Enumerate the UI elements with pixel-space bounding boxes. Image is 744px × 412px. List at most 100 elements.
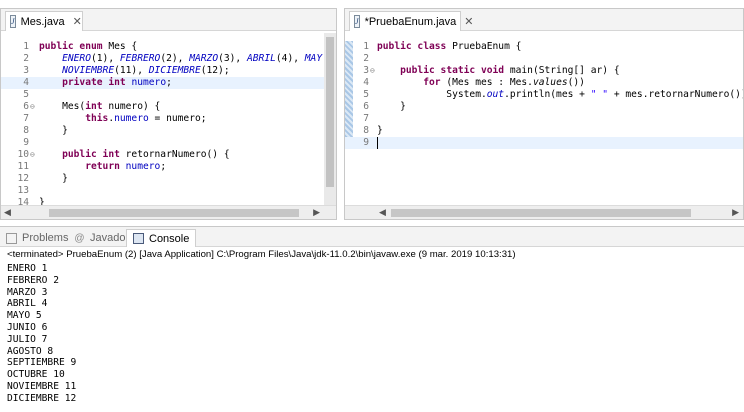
code-line[interactable]: 10 ⊖ public int retornarNumero() { (1, 149, 336, 161)
console-panel: Problems @ Javadoc Console <terminated> … (0, 226, 744, 412)
console-output-line: NOVIEMBRE 11 (7, 380, 77, 392)
code-line[interactable]: 7 (345, 113, 743, 125)
code-line[interactable]: 3 NOVIEMBRE(11), DICIEMBRE(12); (1, 65, 336, 77)
fold-icon[interactable]: ⊖ (370, 65, 375, 77)
code-text: public int retornarNumero() { (62, 149, 230, 160)
tab-pruebaenum-java[interactable]: J *PruebaEnum.java ✕ (349, 11, 474, 31)
code-line[interactable]: 2 ENERO(1), FEBRERO(2), MARZO(3), ABRIL(… (1, 53, 336, 65)
code-line[interactable]: 5 (1, 89, 336, 101)
console-icon (133, 233, 144, 244)
tab-label: Javadoc (90, 232, 131, 244)
javadoc-icon: @ (74, 232, 85, 244)
code-line[interactable]: 9 (1, 137, 336, 149)
code-text: } (39, 173, 68, 184)
code-text: public enum Mes { (39, 41, 138, 52)
code-line[interactable]: 9 (345, 137, 743, 149)
line-number: 7 (23, 113, 29, 124)
fold-icon[interactable]: ⊖ (30, 149, 35, 161)
code-line[interactable]: 8 } (1, 125, 336, 137)
problems-icon (6, 232, 17, 244)
code-line[interactable]: 5 System.out.println(mes + " " + mes.ret… (345, 89, 743, 101)
text-cursor (377, 137, 378, 149)
line-number: 14 (17, 197, 29, 205)
tab-mes-java[interactable]: J Mes.java ✕ (5, 11, 83, 31)
code-line[interactable]: 11 return numero; (1, 161, 336, 173)
console-output-line: AGOSTO 8 (7, 345, 54, 357)
line-number: 2 (23, 53, 29, 64)
horizontal-scrollbar[interactable]: ◀ ▶ (345, 205, 743, 219)
vertical-scrollbar[interactable] (324, 33, 336, 205)
code-text: public static void main(String[] ar) { (400, 65, 620, 76)
code-line[interactable]: 4 private int numero; (1, 77, 336, 89)
code-line[interactable]: 12 } (1, 173, 336, 185)
code-area[interactable]: 1 public class PruebaEnum { 2 3 ⊖ public sta… (345, 33, 743, 205)
code-text: } (377, 101, 406, 112)
editor-pruebaenum-java[interactable]: J *PruebaEnum.java ✕ 1 public class Prueb… (344, 8, 744, 220)
code-line[interactable]: 6 } (345, 101, 743, 113)
line-number: 4 (23, 77, 29, 88)
code-line[interactable]: 2 (345, 53, 743, 65)
horizontal-scrollbar[interactable]: ◀ ▶ (1, 205, 336, 219)
scrollbar-thumb[interactable] (326, 37, 334, 187)
code-text: Mes(int numero) { (39, 101, 161, 112)
line-number: 8 (23, 125, 29, 136)
code-text: ENERO(1), FEBRERO(2), MARZO(3), ABRIL(4)… (62, 53, 323, 64)
scroll-right-icon[interactable]: ▶ (732, 207, 739, 218)
editor-mes-java[interactable]: J Mes.java ✕ 1 public enum Mes {2 ENERO(1… (0, 8, 337, 220)
tab-javadoc[interactable]: @ Javadoc (74, 229, 131, 247)
line-number: 1 (23, 41, 29, 52)
code-line[interactable]: 6 ⊖ Mes(int numero) { (1, 101, 336, 113)
scroll-right-icon[interactable]: ▶ (313, 207, 320, 218)
code-text: for (Mes mes : Mes.values()) (423, 77, 585, 88)
scrollbar-thumb[interactable] (391, 209, 691, 217)
console-output-line: ENERO 1 (7, 263, 48, 274)
scrollbar-thumb[interactable] (49, 209, 299, 217)
tab-label: Console (149, 232, 190, 245)
code-line[interactable]: 1 public enum Mes { (1, 41, 336, 53)
line-number: 11 (17, 161, 29, 172)
line-number: 9 (363, 137, 369, 148)
console-output-line: SEPTIEMBRE 9 (7, 357, 77, 369)
line-number: 3 (23, 65, 29, 76)
console-output-line: MAYO 5 (7, 310, 42, 322)
scroll-left-icon[interactable]: ◀ (4, 207, 11, 218)
line-number: 7 (363, 113, 369, 124)
code-line[interactable]: 4 for (Mes mes : Mes.values()) (345, 77, 743, 89)
code-text: private int numero; (62, 77, 172, 88)
code-text: } (39, 197, 45, 205)
console-output[interactable]: ENERO 1 FEBRERO 2 MARZO 3 ABRIL 4 MAYO 5 JUNI… (7, 263, 76, 405)
java-file-icon: J (354, 15, 360, 28)
fold-icon[interactable]: ⊖ (30, 101, 35, 113)
console-output-line: OCTUBRE 10 (7, 369, 65, 381)
tab-label: *PruebaEnum.java (364, 15, 457, 28)
line-number: 9 (23, 137, 29, 148)
console-output-line: JULIO 7 (7, 333, 48, 345)
code-line[interactable]: 13 (1, 185, 336, 197)
code-line[interactable]: 1 public class PruebaEnum { (345, 41, 743, 53)
tab-label: Mes.java (20, 15, 65, 28)
line-number: 2 (363, 53, 369, 64)
tab-console[interactable]: Console (126, 229, 197, 247)
editor-tabbar: J Mes.java ✕ (1, 9, 336, 31)
code-area[interactable]: 1 public enum Mes {2 ENERO(1), FEBRERO(2)… (1, 33, 336, 205)
code-text: NOVIEMBRE(11), DICIEMBRE(12); (62, 65, 230, 76)
line-number: 1 (363, 41, 369, 52)
code-line[interactable]: 8} (345, 125, 743, 137)
tab-problems[interactable]: Problems (6, 229, 68, 247)
console-output-line: MARZO 3 (7, 286, 48, 298)
line-number: 10 (17, 149, 29, 160)
console-tabbar: Problems @ Javadoc Console (0, 227, 744, 247)
code-line[interactable]: 14} (1, 197, 336, 205)
line-number: 5 (23, 89, 29, 100)
code-text: public class PruebaEnum { (377, 41, 522, 52)
code-text: this.numero = numero; (85, 113, 207, 124)
console-status: <terminated> PruebaEnum (2) [Java Applic… (7, 249, 516, 260)
code-text: System.out.println(mes + " " + mes.retor… (377, 89, 743, 100)
code-line[interactable]: 7 this.numero = numero; (1, 113, 336, 125)
code-line[interactable]: 3 ⊖ public static void main(String[] ar) … (345, 65, 743, 77)
scroll-left-icon[interactable]: ◀ (379, 207, 386, 218)
console-output-line: DICIEMBRE 12 (7, 392, 77, 404)
close-icon[interactable]: ✕ (464, 15, 473, 28)
close-icon[interactable]: ✕ (73, 15, 82, 28)
line-number: 5 (363, 89, 369, 100)
